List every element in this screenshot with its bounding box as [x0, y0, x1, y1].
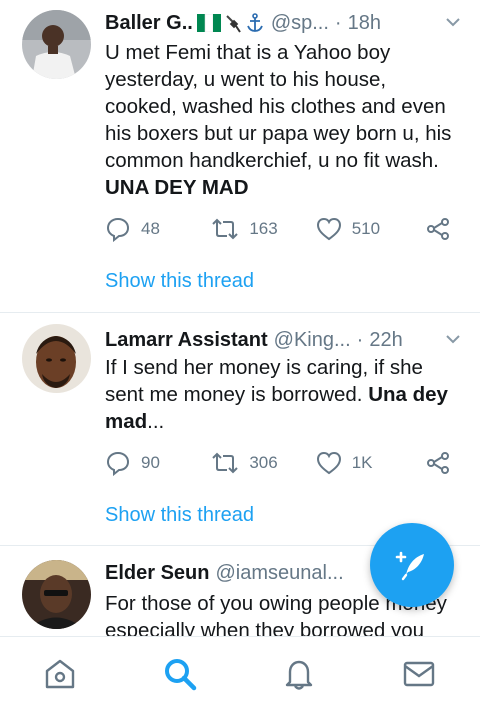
- tweet-text-bold: UNA DEY MAD: [105, 176, 249, 199]
- search-icon: [165, 659, 197, 691]
- tweet-actions: 90 306 1K: [105, 448, 460, 478]
- timestamp[interactable]: 22h: [369, 329, 402, 352]
- share-icon: [427, 218, 449, 240]
- reply-icon: [106, 217, 130, 242]
- retweet-button[interactable]: 306: [211, 451, 315, 475]
- user-handle[interactable]: @sp...: [271, 12, 329, 35]
- nav-search[interactable]: [160, 654, 200, 694]
- share-icon: [427, 452, 449, 474]
- anchor-icon: [246, 13, 263, 32]
- like-count: 1K: [351, 453, 373, 472]
- separator-dot: ·: [334, 11, 342, 34]
- heart-icon: [316, 217, 341, 241]
- timestamp[interactable]: 18h: [348, 12, 381, 35]
- nav-messages[interactable]: [399, 654, 439, 694]
- like-button[interactable]: 510: [316, 217, 426, 241]
- nav-home[interactable]: [40, 654, 80, 694]
- tweet-header: Baller G.. @sp... · 18h: [105, 10, 462, 36]
- tweet-header: Lamarr Assistant @King... · 22h: [105, 327, 462, 353]
- retweet-icon: [212, 218, 239, 240]
- like-button[interactable]: 1K: [316, 451, 426, 475]
- tweet-2[interactable]: Lamarr Assistant @King... · 22h If I sen…: [0, 313, 480, 545]
- display-name[interactable]: Elder Seun: [105, 562, 209, 585]
- tweet-text: U met Femi that is a Yahoo boy yesterday…: [105, 39, 463, 201]
- tweet-text-main: U met Femi that is a Yahoo boy yesterday…: [105, 41, 452, 172]
- mail-icon: [403, 661, 435, 687]
- bell-icon: [285, 660, 313, 690]
- retweet-count: 163: [249, 219, 278, 238]
- avatar[interactable]: [22, 324, 91, 393]
- reply-icon: [106, 451, 130, 476]
- share-button[interactable]: [426, 451, 460, 475]
- show-thread-link[interactable]: Show this thread: [105, 504, 254, 527]
- reply-count: 48: [141, 219, 160, 238]
- reply-count: 90: [141, 453, 160, 472]
- user-handle[interactable]: @iamseunal...: [215, 562, 343, 585]
- home-icon: [45, 659, 75, 689]
- display-name[interactable]: Baller G..: [105, 12, 193, 35]
- tweet-text-tail: ...: [147, 410, 165, 433]
- avatar[interactable]: [22, 10, 91, 79]
- tweet-text: If I send her money is caring, if she se…: [105, 354, 463, 435]
- compose-tweet-button[interactable]: [370, 523, 454, 607]
- compose-tweet-icon: [395, 551, 424, 581]
- share-button[interactable]: [426, 217, 460, 241]
- reply-button[interactable]: 48: [105, 216, 211, 242]
- bottom-navigation: [0, 636, 480, 707]
- retweet-count: 306: [249, 453, 278, 472]
- tweet-actions: 48 163 510: [105, 214, 460, 244]
- show-thread-link[interactable]: Show this thread: [105, 270, 254, 293]
- user-handle[interactable]: @King...: [274, 329, 351, 352]
- nigeria-flag-icon: [196, 14, 221, 32]
- name-emoji: [196, 13, 265, 33]
- chevron-down-icon[interactable]: [444, 330, 462, 348]
- heart-icon: [316, 451, 341, 475]
- chevron-down-icon[interactable]: [444, 13, 462, 31]
- like-count: 510: [351, 219, 381, 238]
- avatar[interactable]: [22, 560, 91, 629]
- nav-notifications[interactable]: [279, 654, 319, 694]
- plug-icon: [226, 15, 241, 33]
- retweet-button[interactable]: 163: [211, 217, 315, 241]
- tweet-header: Elder Seun @iamseunal...: [105, 560, 350, 586]
- reply-button[interactable]: 90: [105, 450, 211, 476]
- retweet-icon: [212, 452, 239, 474]
- display-name[interactable]: Lamarr Assistant: [105, 329, 268, 352]
- tweet-1[interactable]: Baller G.. @sp... · 18h U met Femi that …: [0, 0, 480, 312]
- separator-dot: ·: [356, 328, 364, 351]
